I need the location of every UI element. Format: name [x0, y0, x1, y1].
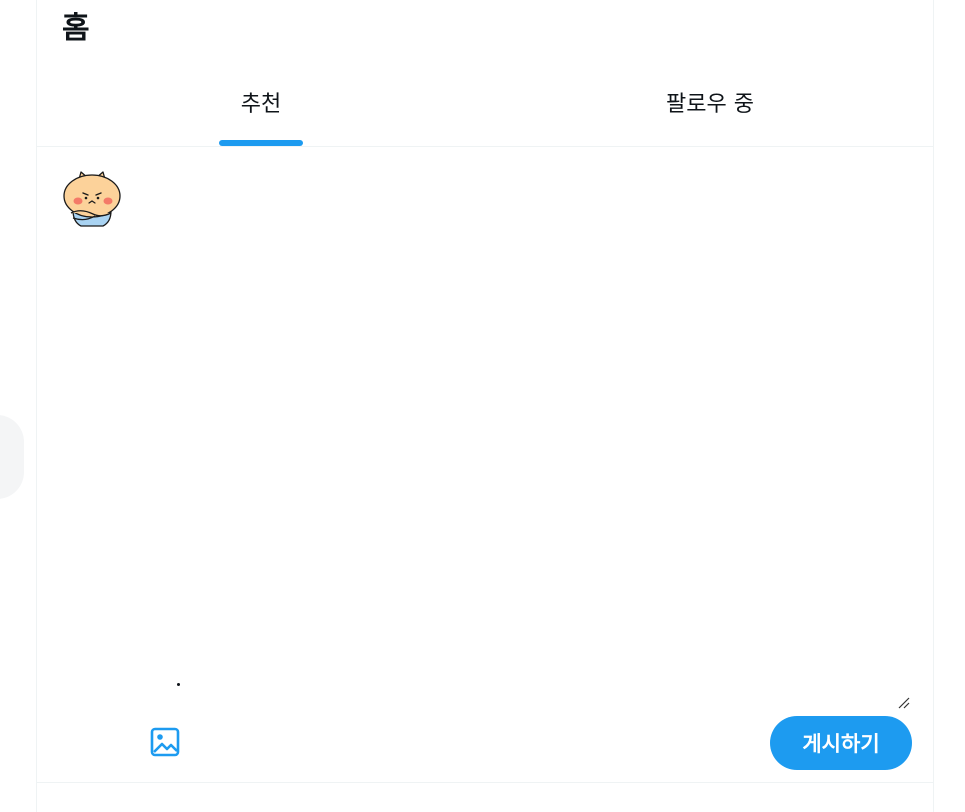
page-title: 홈: [62, 11, 90, 46]
resize-handle-icon[interactable]: [897, 696, 911, 710]
divider: [37, 782, 934, 783]
page: 홈 추천 팔로우 중 게시하기: [0, 0, 965, 812]
active-tab-indicator: [219, 140, 303, 146]
image-icon: [150, 727, 180, 757]
tab-recommended-label: 추천: [240, 92, 282, 117]
tab-following-label: 팔로우 중: [666, 92, 754, 117]
compose-textarea[interactable]: [137, 176, 912, 711]
add-image-button[interactable]: [145, 722, 185, 762]
text-cursor: [177, 683, 180, 686]
cartoon-cat-avatar-icon: [63, 171, 121, 227]
post-button[interactable]: 게시하기: [770, 716, 912, 770]
tab-recommended[interactable]: 추천: [37, 64, 485, 146]
avatar[interactable]: [59, 166, 125, 232]
tab-following[interactable]: 팔로우 중: [486, 64, 934, 146]
tab-bar: 추천 팔로우 중: [37, 64, 934, 147]
offscreen-floating-element: [0, 415, 24, 499]
main-column: 홈 추천 팔로우 중 게시하기: [36, 0, 934, 812]
